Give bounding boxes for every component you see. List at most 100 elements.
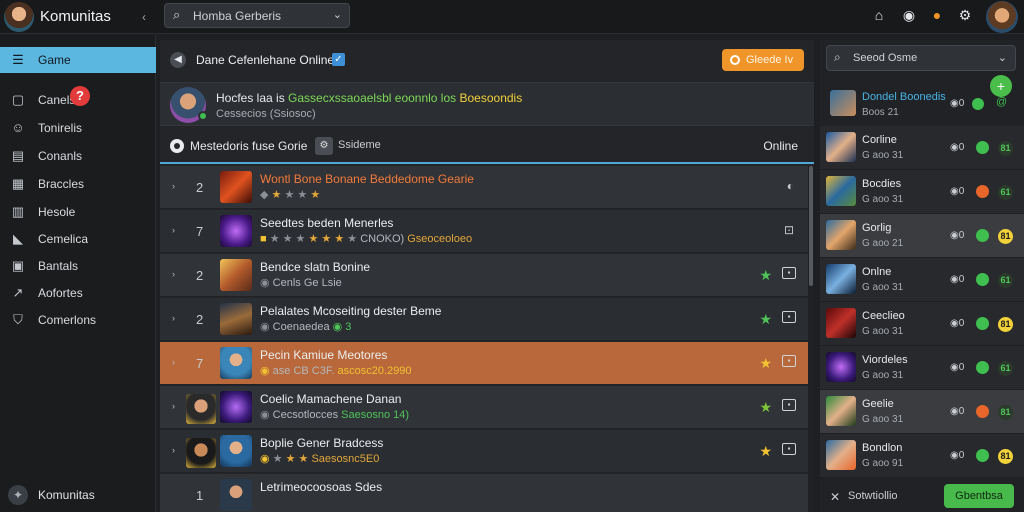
sidebar-item-comerlons[interactable]: ⛉ Comerlons [0, 307, 156, 333]
search-input[interactable] [193, 8, 323, 24]
card-icon[interactable]: ▪ [782, 267, 796, 279]
expand-icon[interactable]: › [172, 357, 175, 367]
sidebar-item-bantals[interactable]: ▣ Bantals [0, 253, 156, 279]
footer-action-button[interactable]: Gbentbsa [944, 484, 1014, 508]
user-avatar[interactable] [986, 1, 1018, 33]
status-dot [976, 405, 989, 418]
filter-chip-label[interactable]: Ssideme [338, 139, 381, 151]
home-icon[interactable]: ⌂ [870, 6, 888, 24]
list-item[interactable]: › Boplie Gener Bradcess ◉ ★ ★ ★ Saesosnc… [160, 430, 808, 473]
friend-item[interactable]: Viordeles G aoo 31 ◉0 61 [820, 346, 1024, 390]
notification-badge: ? [70, 86, 90, 106]
star-icon[interactable]: ★ [759, 267, 772, 284]
sidebar-item-game[interactable]: ☰ Game [0, 47, 156, 73]
scrollbar-thumb[interactable] [809, 166, 813, 286]
star-icon[interactable]: ★ [759, 355, 772, 372]
sidebar-item-canels[interactable]: ▢ Canels ? [0, 86, 156, 113]
sidebar-item-conanls[interactable]: ▤ Conanls [0, 143, 156, 169]
expand-icon[interactable]: › [172, 445, 175, 455]
calendar-icon: ▤ [11, 148, 25, 163]
friends-header-item[interactable]: Dondel Boonedis Boos 21 ◉0 @ [826, 88, 1022, 126]
list-item-selected[interactable]: › 7 Pecin Kamiue Meotores ◉ ase CB C3F. … [160, 342, 808, 385]
list-icon: ☰ [12, 52, 24, 67]
settings-icon[interactable]: ⚙ [956, 6, 974, 24]
status-dot [972, 98, 984, 110]
online-checkbox[interactable]: ✓ [332, 53, 345, 66]
friend-item[interactable]: Bondlon G aoo 91 ◉0 81 [820, 434, 1024, 478]
expand-icon[interactable]: › [172, 401, 175, 411]
friend-rank: 81 [998, 141, 1013, 156]
friend-count-value: 0 [958, 362, 965, 373]
friend-item[interactable]: Onlne G aoo 31 ◉0 61 [820, 258, 1024, 302]
star-icon[interactable]: ★ [759, 399, 772, 416]
app-avatar[interactable] [4, 2, 34, 32]
close-icon[interactable]: ✕ [830, 490, 840, 504]
list-scrollbar[interactable] [808, 166, 814, 512]
card-icon[interactable]: ▪ [782, 443, 796, 455]
search-box[interactable]: ⌕ ⌄ [164, 3, 350, 28]
friend-item[interactable]: Bocdies G aoo 31 ◉0 61 [820, 170, 1024, 214]
list-item[interactable]: 1 Letrimeocoosoas Sdes [160, 474, 808, 512]
friend-item[interactable]: Geelie G aoo 31 ◉0 81 [820, 390, 1024, 434]
card-icon[interactable]: ▪ [782, 355, 796, 367]
list-item[interactable]: › 7 Seedtes beden Menerles ■ ★ ★ ★ ★ ★ ★… [160, 210, 808, 253]
collapse-sidebar-button[interactable]: ‹ [136, 9, 152, 25]
friend-count-value: 0 [958, 186, 965, 197]
friend-name: Bondlon [862, 442, 903, 454]
sidebar-item-label: Aofortes [38, 286, 83, 300]
card-icon[interactable]: ▪ [782, 399, 796, 411]
profile-name-plain: Hocfes laa is [216, 91, 285, 105]
chevron-down-icon[interactable]: ⌄ [998, 51, 1007, 64]
friend-count: ◉0 [950, 186, 965, 197]
lock-icon[interactable]: ⊡ [784, 223, 794, 237]
filter-label[interactable]: Mestedoris fuse Gorie [190, 139, 307, 153]
chevron-down-icon[interactable]: ⌄ [333, 8, 342, 21]
expand-icon[interactable]: › [172, 269, 175, 279]
friend-name: Dondel Boonedis [862, 91, 946, 103]
friend-item[interactable]: Ceeclieo G aoo 31 ◉0 81 [820, 302, 1024, 346]
sidebar-item-braccles[interactable]: ▦ Braccles [0, 171, 156, 197]
sidebar-item-cemelica[interactable]: ◣ Cemelica [0, 226, 156, 252]
status-dot [976, 449, 989, 462]
friend-name: Corline [862, 134, 897, 146]
info-icon[interactable]: ◉ [900, 6, 918, 24]
game-thumbnail [220, 215, 252, 247]
sidebar-item-aofortes[interactable]: ↗ Aofortes [0, 280, 156, 306]
friends-search[interactable]: ⌕ Seeod Osme ⌄ [826, 45, 1016, 71]
friend-count-value: 0 [958, 230, 965, 241]
expand-icon[interactable]: › [172, 313, 175, 323]
list-item[interactable]: › 2 Pelalates Mcoseiting dester Beme ◉ C… [160, 298, 808, 341]
filter-chip-icon[interactable]: ⚙ [315, 137, 333, 155]
card-icon[interactable]: ▪ [782, 311, 796, 323]
primary-action-button[interactable]: Gleede Iv [722, 49, 804, 71]
friend-status: Boos 21 [862, 107, 899, 118]
grid-icon: ▥ [11, 204, 25, 219]
profile-card[interactable]: Hocfes laa is Gassecxssaoaelsbl eoonnlo … [160, 82, 814, 126]
star-icon[interactable]: ★ [759, 311, 772, 328]
sidebar-item-tonirelis[interactable]: ☺ Tonirelis [0, 115, 156, 141]
sidebar-footer[interactable]: ✦ Komunitas [8, 485, 148, 505]
list-item[interactable]: › 2 Wontl Bone Bonane Beddedome Gearie ◆… [160, 166, 808, 209]
friend-count-value: 0 [958, 142, 965, 153]
friend-name: Bocdies [862, 178, 902, 190]
online-filter[interactable]: Online [763, 139, 798, 153]
eye-icon[interactable]: ◐ [787, 179, 794, 193]
sidebar-item-hesole[interactable]: ▥ Hesole [0, 199, 156, 225]
footer-label[interactable]: Sotwtiollio [848, 490, 898, 502]
location-icon[interactable] [170, 139, 184, 153]
list-item[interactable]: › 2 Bendce slatn Bonine ◉ Cenls Ge Lsie … [160, 254, 808, 297]
list-item[interactable]: › Coelic Mamachene Danan ◉ Cecsotlocces … [160, 386, 808, 429]
back-icon[interactable]: ◀ [170, 52, 186, 68]
row-meta-count: 3 [345, 321, 352, 333]
friend-rank: 81 [998, 229, 1013, 244]
expand-icon[interactable]: › [172, 181, 175, 191]
friend-item[interactable]: Gorlig G aoo 21 ◉0 81 [820, 214, 1024, 258]
star-icon[interactable]: ★ [759, 443, 772, 460]
search-icon: ⌕ [834, 50, 841, 64]
notification-icon[interactable]: ● [928, 6, 946, 24]
sidebar-item-label: Hesole [38, 205, 76, 219]
friend-count-value: 0 [958, 274, 965, 285]
expand-icon[interactable]: › [172, 225, 175, 235]
status-dot [976, 317, 989, 330]
friend-item[interactable]: Corline G aoo 31 ◉0 81 [820, 126, 1024, 170]
